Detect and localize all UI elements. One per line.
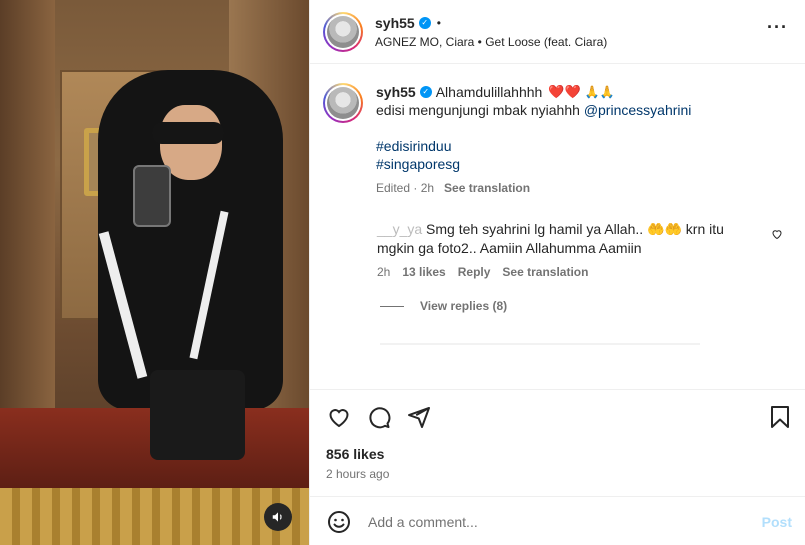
smiley-icon [328,510,350,533]
praying-hands-emoji: 🙏🙏 [584,85,615,99]
comment-text: Smg teh syahrini lg hamil ya Allah.. 🤲🤲 … [377,221,724,256]
post-header: syh55 ✓ • AGNEZ MO, Ciara • Get Loose (f… [310,0,805,64]
comment-input[interactable]: Add a comment... [368,514,762,530]
audio-track-link[interactable]: AGNEZ MO, Ciara • Get Loose (feat. Ciara… [375,35,607,49]
audio-toggle-button[interactable] [264,503,292,531]
hashtag-link[interactable]: #singaporesg [376,155,796,173]
speaker-icon [272,512,282,522]
see-translation-link[interactable]: See translation [502,265,588,279]
bookmark-icon [771,406,789,428]
save-button[interactable] [767,404,793,430]
edited-timestamp: Edited · 2h [376,181,435,195]
post-details-panel: syh55 ✓ • AGNEZ MO, Ciara • Get Loose (f… [309,0,805,545]
mention-link[interactable]: @princessyahrini [584,102,692,118]
view-replies-button[interactable]: View replies (8) [380,299,507,313]
reply-button[interactable]: Reply [458,265,491,279]
send-icon [408,407,430,428]
avatar[interactable] [323,83,363,123]
add-comment-bar: Add a comment... Post [310,496,805,545]
post-time: 2 hours ago [326,467,390,481]
comment-button[interactable] [366,404,392,430]
caption-text: edisi mengunjungi mbak nyiahhh [376,102,580,118]
heart-icon [329,409,349,428]
next-comment-placeholder [380,343,700,345]
hashtag-link[interactable]: #edisirinduu [376,137,796,155]
comment-time: 2h [377,265,391,279]
divider-line [380,305,404,307]
media-phone [133,165,171,227]
post-caption: syh55 ✓ Alhamdulillahhhh ❤️❤️ 🙏🙏 edisi m… [323,83,796,197]
more-options-icon[interactable]: ··· [767,18,788,36]
post-actions: 856 likes 2 hours ago Add a comment... P… [310,389,805,545]
media-gold-frame [0,488,309,545]
comment-username-blurred[interactable]: __y_ya [377,221,422,237]
post-media-video[interactable] [0,0,309,545]
post-header-meta: syh55 ✓ • AGNEZ MO, Ciara • Get Loose (f… [375,15,607,49]
heart-emoji: ❤️❤️ [548,84,581,99]
like-button[interactable] [326,404,352,430]
comments-section[interactable]: syh55 ✓ Alhamdulillahhhh ❤️❤️ 🙏🙏 edisi m… [310,65,805,389]
separator-dot: • [436,15,441,30]
share-button[interactable] [406,404,432,430]
avatar[interactable] [323,11,363,52]
see-translation-link[interactable]: See translation [444,179,530,197]
verified-badge-icon: ✓ [419,86,432,98]
username-link[interactable]: syh55 [375,15,415,31]
media-background [0,0,55,420]
comment-likes-link[interactable]: 13 likes [402,265,445,279]
media-handbag [150,370,245,460]
likes-count[interactable]: 856 likes [326,446,384,462]
media-sunglasses [152,122,224,144]
caption-username-link[interactable]: syh55 [376,83,416,101]
verified-badge-icon: ✓ [418,16,431,29]
emoji-picker-button[interactable] [326,509,352,535]
instagram-post-modal: syh55 ✓ • AGNEZ MO, Ciara • Get Loose (f… [0,0,805,545]
comment-item: __y_ya Smg teh syahrini lg hamil ya Alla… [377,220,797,279]
view-replies-label: View replies (8) [420,299,508,313]
comment-like-icon[interactable] [771,228,783,243]
action-icons [326,404,432,430]
comment-icon [369,407,391,429]
post-comment-button[interactable]: Post [762,514,792,530]
caption-text: Alhamdulillahhhh [435,84,543,100]
